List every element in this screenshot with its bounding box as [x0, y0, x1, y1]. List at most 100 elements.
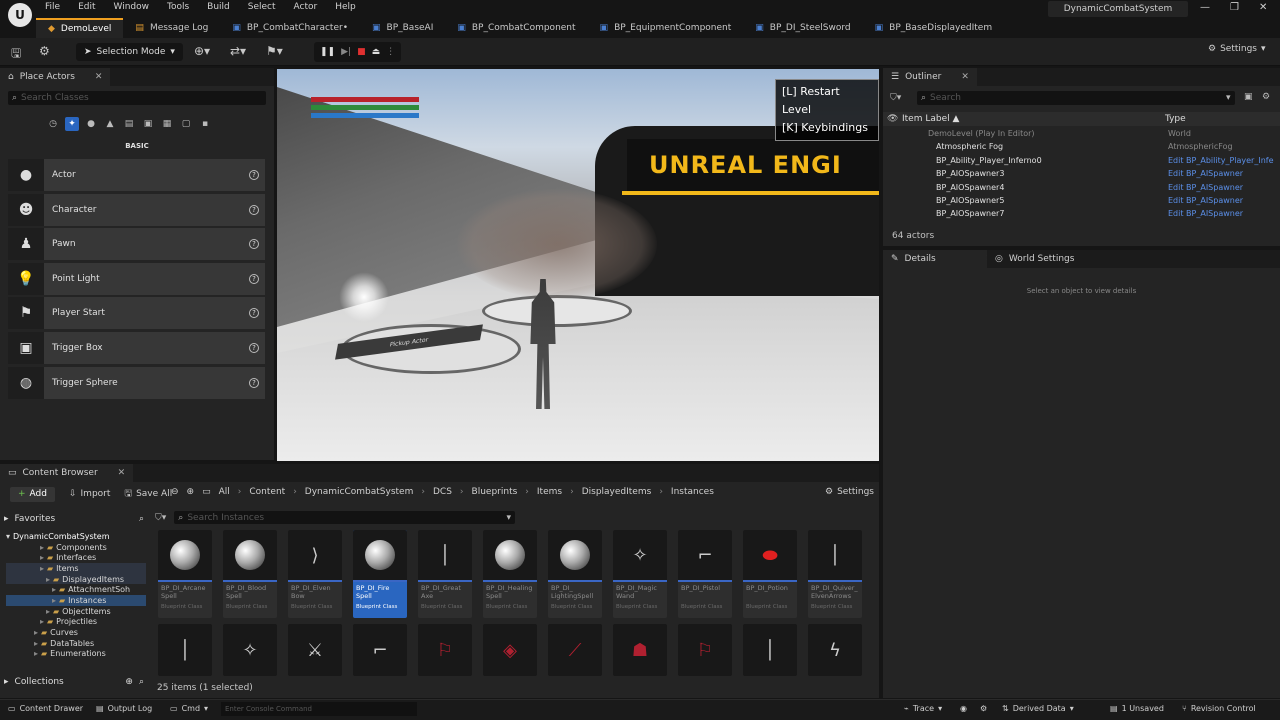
filter-icon[interactable]: ⛉▾: [155, 513, 166, 523]
tab-7[interactable]: ▣ BP_BaseDisplayedItem: [863, 18, 1004, 38]
asset-thumbnail-icon[interactable]: ⟋: [548, 624, 602, 676]
item-label-column[interactable]: Item Label ▲: [902, 114, 959, 124]
menu-select[interactable]: Select: [248, 2, 276, 12]
all-classes-icon[interactable]: ▢: [179, 117, 193, 131]
asset-tile[interactable]: BP_DI_Fire Spell Blueprint Class: [353, 530, 407, 618]
menu-edit[interactable]: Edit: [78, 2, 95, 12]
tree-folder[interactable]: ▸ ▰ DisplayedItems: [6, 573, 146, 585]
collections-section[interactable]: ▸ Collections ⊕ ⌕: [4, 677, 144, 687]
favorites-section[interactable]: ▸ Favorites ⌕: [4, 511, 144, 527]
cmd-dropdown[interactable]: ▭ Cmd ▾: [170, 704, 208, 713]
asset-tile[interactable]: ⌐ BP_DI_Pistol Blueprint Class: [678, 530, 732, 618]
tab-details[interactable]: ✎ Details ✕: [883, 250, 993, 268]
tab-world-settings[interactable]: ◎ World Settings: [987, 250, 1083, 268]
asset-tile[interactable]: │ BP_DI_Quiver_ ElvenArrows Blueprint Clas…: [808, 530, 862, 618]
asset-tile[interactable]: ✧ BP_DI_Magic Wand Blueprint Class: [613, 530, 667, 618]
place-actor-item[interactable]: 💡 Point Light?: [8, 262, 265, 295]
record-icon[interactable]: ◉: [960, 704, 967, 713]
menu-tools[interactable]: Tools: [167, 2, 189, 12]
asset-thumbnail-icon[interactable]: │: [158, 624, 212, 676]
step-icon[interactable]: ▶|: [341, 47, 351, 57]
close-icon[interactable]: ✕: [961, 72, 969, 82]
more-icon[interactable]: ⋮: [386, 47, 395, 57]
tree-folder[interactable]: ▸ ▰ AttachmentSoh: [6, 584, 146, 595]
outliner-row[interactable]: BP_Ability_Player_Inferno0 Edit BP_Abilit…: [883, 156, 1280, 169]
tab-content-browser[interactable]: ▭ Content Browser ✕: [0, 464, 134, 482]
level-viewport[interactable]: UNREAL ENGI Pickup Actor [L] Restart Lev…: [277, 69, 879, 461]
unsaved-button[interactable]: ▤ 1 Unsaved: [1110, 704, 1164, 713]
asset-thumbnail-icon[interactable]: ☗: [613, 624, 667, 676]
add-actor-icon[interactable]: ⊕▾: [194, 44, 210, 58]
tree-folder[interactable]: ▸ ▰ Components: [6, 542, 146, 553]
add-folder-icon[interactable]: ▣: [1244, 92, 1253, 102]
snapshot-icon[interactable]: ⚙: [980, 704, 987, 713]
selection-mode-dropdown[interactable]: ➤ Selection Mode ▾: [76, 43, 183, 61]
chevron-down-icon[interactable]: ▾: [1226, 93, 1231, 103]
gear-icon[interactable]: ⚙: [1262, 92, 1270, 102]
tab-6[interactable]: ▣ BP_DI_SteelSword: [743, 18, 862, 38]
place-actor-item[interactable]: ☻ Character?: [8, 193, 265, 226]
tab-outliner[interactable]: ☰ Outliner ✕: [883, 68, 977, 86]
unreal-logo-icon[interactable]: U: [8, 3, 32, 27]
source-control-icon[interactable]: ⚙: [39, 44, 50, 58]
tree-folder[interactable]: ▸ ▰ ObjectItems: [6, 606, 146, 617]
asset-thumbnail-icon[interactable]: │: [743, 624, 797, 676]
breadcrumb-item[interactable]: All: [219, 487, 230, 497]
stop-icon[interactable]: ■: [357, 47, 366, 57]
asset-thumbnail-icon[interactable]: ϟ: [808, 624, 862, 676]
tab-5[interactable]: ▣ BP_EquipmentComponent: [588, 18, 744, 38]
save-icon[interactable]: 🖫: [11, 44, 21, 65]
help-icon[interactable]: ?: [249, 170, 259, 180]
breadcrumb-item[interactable]: DCS: [433, 487, 452, 497]
help-icon[interactable]: ?: [249, 377, 259, 388]
asset-tile[interactable]: BP_DI_Arcane Spell Blueprint Class: [158, 530, 212, 618]
tree-folder[interactable]: ▸ ▰ Instances: [6, 595, 146, 606]
tab-1[interactable]: ▤ Message Log: [123, 18, 220, 38]
outliner-row[interactable]: Atmospheric Fog AtmosphericFog: [883, 142, 1280, 155]
close-icon[interactable]: ✕: [95, 72, 103, 82]
back-icon[interactable]: ⊖: [171, 487, 179, 497]
tab-3[interactable]: ▣ BP_BaseAI: [360, 18, 445, 38]
settings-button[interactable]: ⚙ Settings ▾: [1208, 44, 1266, 54]
filter-icon[interactable]: ⛉▾: [890, 93, 901, 103]
content-drawer-button[interactable]: ▭ Content Drawer: [8, 704, 83, 713]
type-column[interactable]: Type: [1165, 114, 1186, 124]
menu-actor[interactable]: Actor: [294, 2, 318, 12]
minimize-icon[interactable]: —: [1200, 2, 1210, 13]
output-log-button[interactable]: ▤ Output Log: [96, 704, 152, 713]
asset-tile[interactable]: │ BP_DI_Great Axe Blueprint Class: [418, 530, 472, 618]
menu-help[interactable]: Help: [335, 2, 356, 12]
forward-icon[interactable]: ⊕: [187, 487, 195, 497]
outliner-row[interactable]: BP_AIOSpawner4 Edit BP_AISpawner: [883, 183, 1280, 196]
asset-thumbnail-icon[interactable]: ⌐: [353, 624, 407, 676]
asset-tile[interactable]: ⬬ BP_DI_Potion Blueprint Class: [743, 530, 797, 618]
place-actor-item[interactable]: ◍ Trigger Sphere?: [8, 366, 265, 399]
breadcrumb-item[interactable]: DisplayedItems: [582, 487, 652, 497]
asset-thumbnail-icon[interactable]: ◈: [483, 624, 537, 676]
add-collection-icon[interactable]: ⊕: [125, 677, 133, 687]
import-button[interactable]: ⇩ Import: [69, 489, 110, 499]
breadcrumb-item[interactable]: Content: [249, 487, 285, 497]
more-categories-icon[interactable]: ▪: [198, 117, 212, 131]
volumes-icon[interactable]: ▦: [160, 117, 174, 131]
help-icon[interactable]: ?: [249, 343, 259, 353]
close-icon[interactable]: ✕: [1259, 2, 1267, 13]
help-icon[interactable]: ?: [249, 204, 259, 215]
place-actor-item[interactable]: ⚑ Player Start?: [8, 297, 265, 330]
breadcrumb-item[interactable]: Blueprints: [472, 487, 518, 497]
breadcrumb-item[interactable]: DynamicCombatSystem: [305, 487, 414, 497]
menu-build[interactable]: Build: [207, 2, 230, 12]
trace-dropdown[interactable]: ⌁ Trace ▾: [904, 704, 942, 713]
tab-4[interactable]: ▣ BP_CombatComponent: [445, 18, 587, 38]
maximize-icon[interactable]: ❐: [1230, 2, 1239, 13]
save-all-button[interactable]: 🖫 Save All: [124, 486, 172, 502]
help-icon[interactable]: ?: [249, 239, 259, 250]
place-actor-item[interactable]: ♟ Pawn?: [8, 228, 265, 261]
visual-effects-icon[interactable]: ▣: [141, 117, 155, 131]
search-icon[interactable]: ⌕: [139, 677, 144, 687]
close-icon[interactable]: ✕: [118, 468, 126, 478]
tree-folder[interactable]: ▸ ▰ Projectiles: [6, 617, 146, 628]
help-icon[interactable]: ?: [249, 273, 259, 284]
breadcrumb-item[interactable]: Instances: [671, 487, 714, 497]
tree-folder[interactable]: ▸ ▰ Items: [6, 563, 146, 574]
